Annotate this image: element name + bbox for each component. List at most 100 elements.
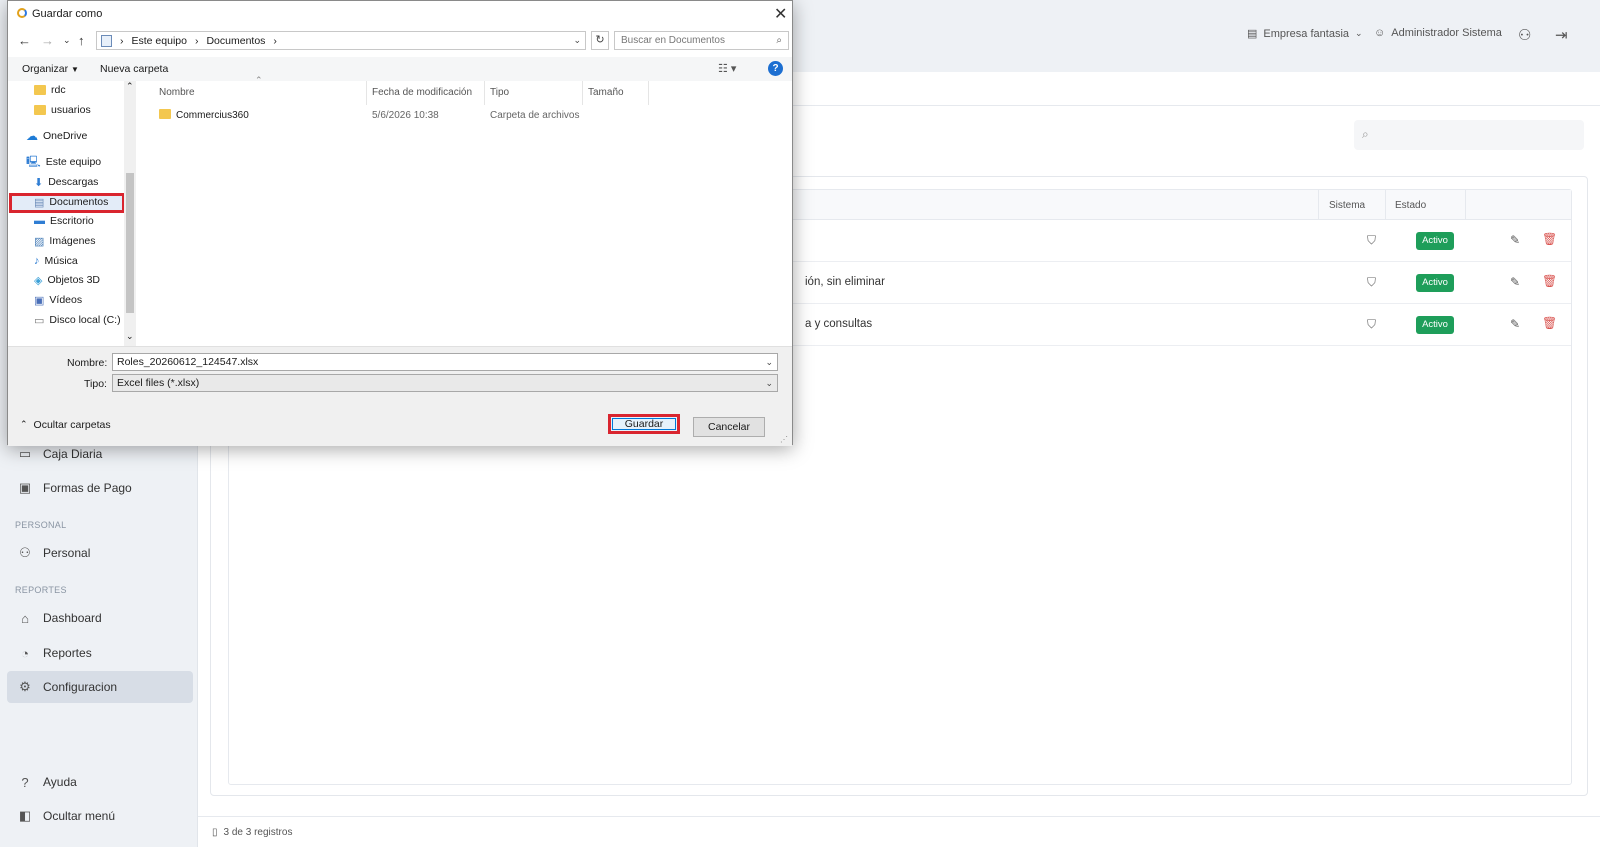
dialog-title-bar[interactable]: Guardar como ✕ (8, 1, 792, 27)
user-menu[interactable]: ☺ Administrador Sistema (1374, 27, 1502, 39)
sidebar-item-ocultar-menu[interactable]: ◧ Ocultar menú (7, 800, 193, 832)
column-type[interactable]: Tipo (490, 87, 509, 98)
breadcrumb-este-equipo[interactable]: Este equipo (132, 35, 187, 47)
shield-icon: ⛉ (1367, 317, 1377, 331)
gear-icon: ⚙ (19, 679, 31, 694)
column-size[interactable]: Tamaño (588, 87, 624, 98)
chevron-down-icon[interactable]: ⌄ (573, 35, 585, 46)
music-icon: ♪ (34, 255, 40, 267)
documents-icon (101, 34, 112, 47)
address-bar[interactable]: › Este equipo › Documentos › ⌄ (96, 31, 586, 50)
sidebar-item-configuracion[interactable]: ⚙ Configuracion (7, 671, 193, 703)
collapse-menu-icon: ◧ (18, 808, 32, 823)
edit-icon[interactable]: ✎ (1510, 275, 1520, 289)
file-row[interactable]: Commercius360 5/6/2026 10:38 Carpeta de … (137, 107, 777, 125)
nav-label: Música (44, 255, 78, 267)
sidebar-item-formas-de-pago[interactable]: ▣ Formas de Pago (7, 472, 193, 504)
home-icon: ⌂ (21, 610, 29, 626)
nav-item-objetos-3d[interactable]: ◈ Objetos 3D (34, 271, 100, 289)
scrollbar-thumb[interactable] (126, 173, 134, 313)
documents-icon: ▤ (34, 196, 45, 209)
column-name[interactable]: Nombre (159, 87, 195, 98)
column-modified[interactable]: Fecha de modificación (372, 87, 472, 98)
up-icon[interactable]: ↑ (78, 33, 85, 48)
help-icon[interactable]: ? (768, 61, 783, 76)
nav-item-rdc[interactable]: rdc (34, 81, 66, 99)
nav-item-onedrive[interactable]: ☁ OneDrive (26, 127, 87, 145)
video-icon: ▣ (34, 294, 45, 307)
sidebar-item-label: Ayuda (43, 775, 77, 789)
nav-item-imagenes[interactable]: ▨ Imágenes (34, 232, 96, 250)
download-icon: ⬇ (34, 176, 44, 189)
nav-item-escritorio[interactable]: ▬ Escritorio (34, 212, 94, 230)
nav-item-disco-local[interactable]: ▭ Disco local (C:) (34, 311, 121, 329)
edit-icon[interactable]: ✎ (1510, 233, 1520, 247)
command-bar: Organizar ▼ Nueva carpeta ☷ ▾ ? (8, 57, 792, 81)
resize-grip-icon[interactable]: ⋰ (780, 435, 788, 444)
trash-icon[interactable]: 🗑 (1542, 274, 1557, 288)
user-name: Administrador Sistema (1391, 27, 1502, 39)
nav-item-videos[interactable]: ▣ Vídeos (34, 291, 82, 309)
chevron-right-icon: › (120, 34, 124, 47)
nav-item-usuarios[interactable]: usuarios (34, 101, 91, 119)
trash-icon[interactable]: 🗑 (1542, 316, 1557, 330)
dialog-search-input[interactable]: Buscar en Documentos ⌕ (614, 31, 789, 50)
organize-label: Organizar (22, 63, 69, 75)
nav-item-descargas[interactable]: ⬇ Descargas (34, 173, 98, 191)
edit-icon[interactable]: ✎ (1510, 317, 1520, 331)
forward-icon[interactable]: → (41, 33, 54, 48)
column-estado[interactable]: Estado (1395, 200, 1426, 211)
scroll-down-icon[interactable]: ⌄ (126, 331, 134, 342)
filetype-value: Excel files (*.xlsx) (117, 377, 200, 389)
column-sistema[interactable]: Sistema (1329, 200, 1365, 211)
nav-label: Objetos 3D (47, 274, 100, 286)
sort-arrow-icon: ⌃ (255, 75, 263, 85)
hide-folders-toggle[interactable]: ⌃ Ocultar carpetas (20, 419, 111, 431)
refresh-icon[interactable]: ↻ (591, 31, 609, 50)
save-button[interactable]: Guardar (608, 414, 680, 434)
sidebar-item-ayuda[interactable]: ? Ayuda (7, 766, 193, 798)
payment-card-icon: ▣ (18, 480, 32, 495)
nav-item-documentos[interactable]: ▤ Documentos (34, 193, 108, 211)
filename-value: Roles_20260612_124547.xlsx (117, 356, 259, 368)
new-folder-button[interactable]: Nueva carpeta (100, 63, 168, 75)
view-options-icon[interactable]: ☷ ▾ (718, 62, 736, 75)
dialog-title: Guardar como (32, 8, 103, 20)
column-divider (1465, 190, 1466, 220)
column-divider (1318, 190, 1319, 220)
cash-register-icon: ▭ (18, 446, 32, 461)
search-placeholder: Buscar en Documentos (621, 35, 725, 46)
organize-button[interactable]: Organizar ▼ (22, 63, 79, 75)
nav-item-este-equipo[interactable]: 🖳 Este equipo (26, 153, 101, 171)
chevron-down-icon: ⌄ (765, 378, 773, 388)
close-icon[interactable]: ✕ (774, 4, 787, 24)
user-settings-icon[interactable]: ⚇ (1518, 26, 1531, 44)
onedrive-icon: ☁ (26, 129, 38, 143)
trash-icon[interactable]: 🗑 (1542, 232, 1557, 246)
chevron-down-icon[interactable]: ⌄ (765, 354, 773, 370)
type-label: Tipo: (84, 378, 107, 390)
search-input[interactable]: ⌕ (1354, 120, 1584, 150)
recent-locations-icon[interactable]: ⌄ (63, 35, 71, 46)
logout-icon[interactable]: ⇥ (1555, 26, 1568, 44)
chevron-down-icon: ⌄ (1355, 28, 1363, 38)
back-icon[interactable]: ← (18, 33, 31, 48)
nav-label: Documentos (49, 196, 109, 208)
cancel-button[interactable]: Cancelar (693, 417, 765, 437)
chrome-icon (17, 8, 27, 18)
scroll-up-icon[interactable]: ⌃ (126, 81, 134, 92)
filetype-select[interactable]: Excel files (*.xlsx) ⌄ (112, 374, 778, 392)
column-divider (648, 81, 649, 105)
sidebar-item-reportes[interactable]: ◔ Reportes (7, 637, 193, 669)
company-selector[interactable]: ▤ Empresa fantasia ⌄ (1247, 27, 1363, 41)
building-icon: ▤ (1247, 28, 1258, 40)
address-row: ← → ⌄ ↑ › Este equipo › Documentos › ⌄ ↻… (8, 29, 792, 53)
sidebar-item-personal[interactable]: ⚇ Personal (7, 537, 193, 569)
nav-item-musica[interactable]: ♪ Música (34, 252, 78, 270)
sidebar-item-dashboard[interactable]: ⌂ Dashboard (7, 602, 193, 634)
save-label: Guardar (612, 418, 676, 430)
breadcrumb-documentos[interactable]: Documentos (206, 35, 265, 47)
filename-input[interactable]: Roles_20260612_124547.xlsx ⌄ (112, 353, 778, 371)
drive-icon: ▭ (34, 314, 45, 327)
nav-scrollbar[interactable]: ⌃ ⌄ (124, 81, 136, 346)
